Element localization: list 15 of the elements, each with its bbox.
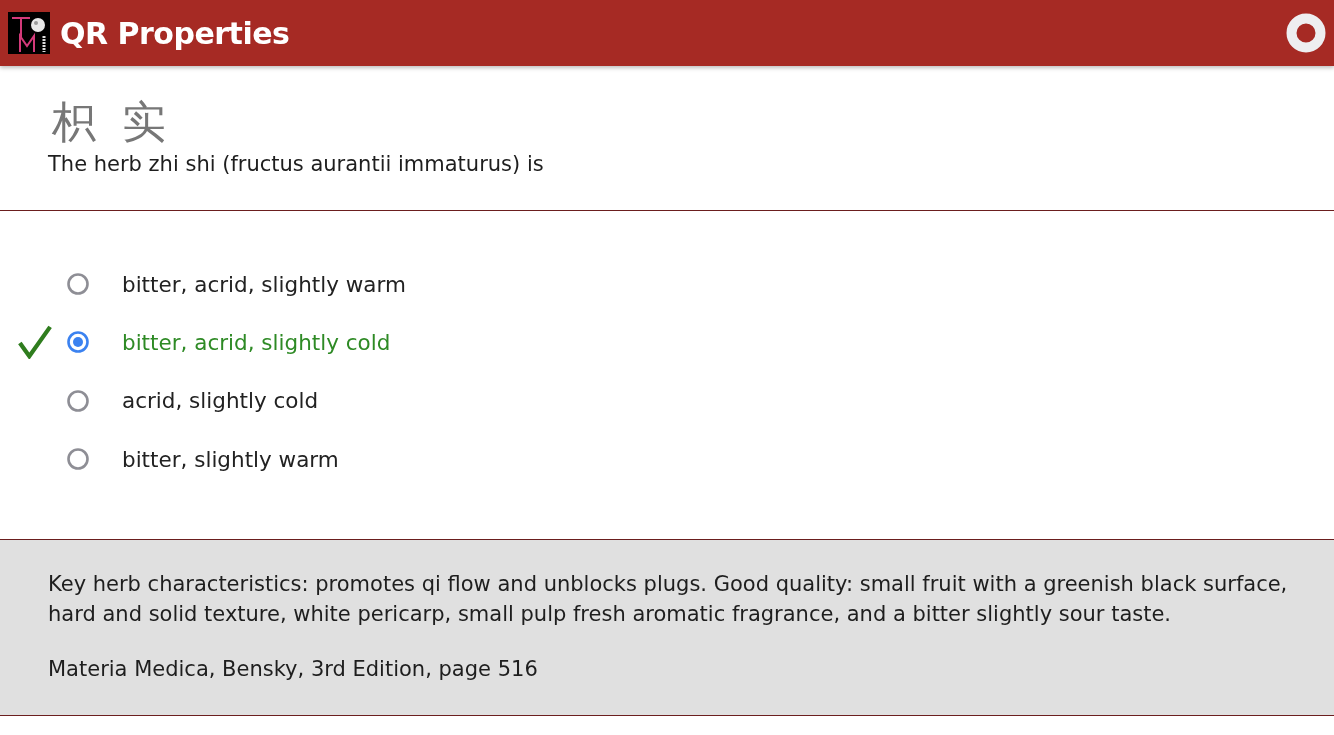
explanation-text: Key herb characteristics: promotes qi flow and unblocks plugs. Good quality: small fruit with a greenish black surface, hard and solid texture, white pericarp, small pulp fresh aromatic fragrance, and a bitter slightly sour taste. <box>48 571 1289 628</box>
option-label: bitter, acrid, slightly warm <box>122 271 406 297</box>
option-label: bitter, acrid, slightly cold <box>122 329 391 355</box>
radio-button[interactable] <box>66 272 90 297</box>
radio-button[interactable] <box>66 388 90 413</box>
question-text: The herb zhi shi (fructus aurantii immaturus) is <box>48 151 544 178</box>
app-title: QR Properties <box>60 15 291 51</box>
chinese-characters: 枳 实 <box>52 95 172 149</box>
logo-icon <box>8 12 50 54</box>
source-citation: Materia Medica, Bensky, 3rd Edition, page 516 <box>48 656 538 683</box>
option-label: bitter, slightly warm <box>122 446 339 472</box>
radio-button[interactable] <box>66 330 90 355</box>
ring-icon[interactable] <box>1286 13 1326 53</box>
option-label: acrid, slightly cold <box>122 388 319 414</box>
radio-button[interactable] <box>66 447 90 472</box>
